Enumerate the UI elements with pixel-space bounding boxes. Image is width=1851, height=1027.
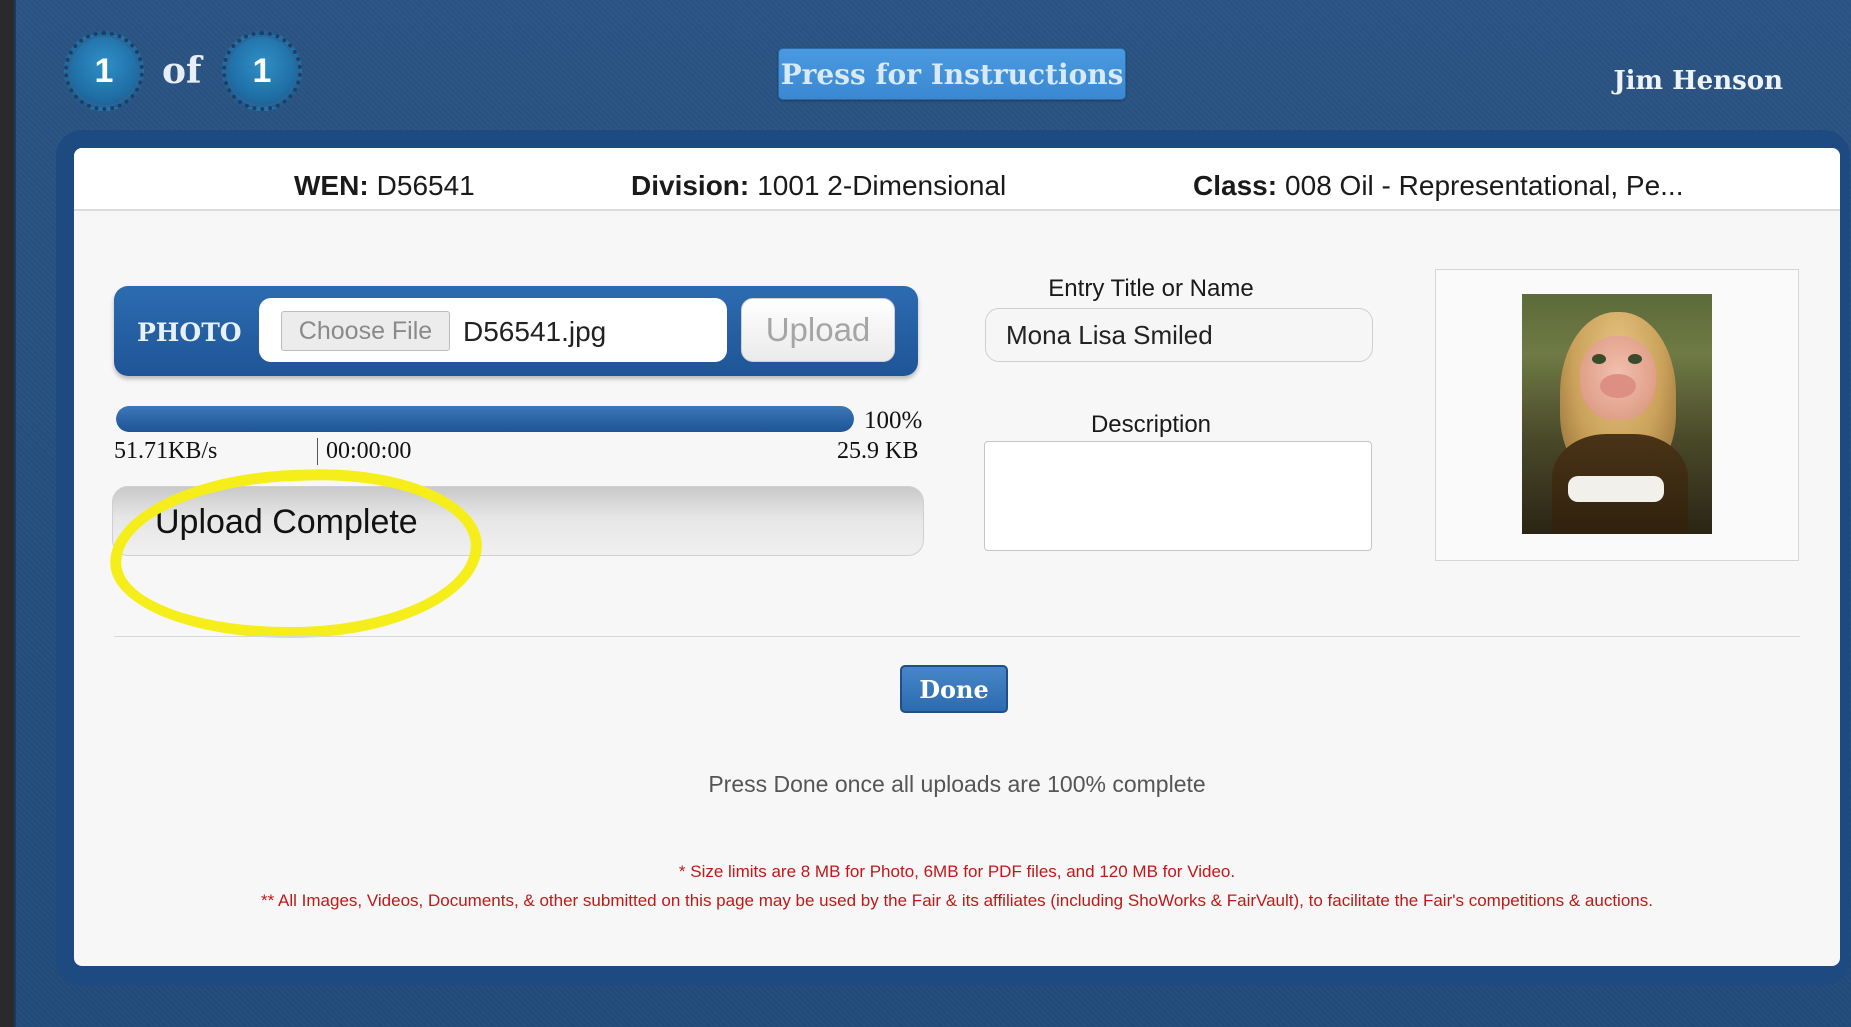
size-limits-note: * Size limits are 8 MB for Photo, 6MB fo… bbox=[678, 862, 1236, 881]
upload-progress-bar bbox=[116, 406, 854, 432]
upload-elapsed-time: 00:00:00 bbox=[317, 438, 411, 465]
entry-title-input[interactable] bbox=[985, 308, 1373, 362]
photo-upload-bar: PHOTO Choose File D56541.jpg Upload bbox=[114, 286, 918, 376]
photo-preview bbox=[1435, 269, 1799, 561]
current-page-badge: 1 bbox=[64, 31, 144, 111]
choose-file-button[interactable]: Choose File bbox=[281, 311, 450, 351]
upload-button[interactable]: Upload bbox=[741, 298, 895, 362]
upload-progress-fill bbox=[116, 406, 854, 432]
entry-info-row: WEN: D56541 Division: 1001 2-Dimensional C… bbox=[74, 148, 1840, 211]
user-name: Jim Henson bbox=[1613, 66, 1783, 96]
wen-label: WEN: bbox=[294, 170, 369, 201]
done-button[interactable]: Done bbox=[900, 665, 1008, 713]
class-label: Class: bbox=[1193, 170, 1278, 201]
entry-panel: WEN: D56541 Division: 1001 2-Dimensional C… bbox=[74, 148, 1840, 966]
section-divider bbox=[114, 636, 1800, 637]
description-textarea[interactable] bbox=[984, 441, 1372, 551]
selected-file-name: D56541.jpg bbox=[463, 316, 607, 347]
entry-title-label: Entry Title or Name bbox=[1048, 275, 1254, 302]
photo-thumbnail bbox=[1522, 294, 1712, 534]
file-input[interactable]: Choose File D56541.jpg bbox=[259, 298, 727, 362]
wen-value: D56541 bbox=[376, 170, 475, 201]
instructions-button[interactable]: Press for Instructions bbox=[778, 48, 1126, 100]
photo-label: PHOTO bbox=[137, 318, 242, 347]
division-label: Division: bbox=[631, 170, 750, 201]
upload-speed: 51.71KB/s bbox=[114, 438, 218, 464]
page-background: 1 of 1 Press for Instructions Jim Henson… bbox=[14, 0, 1851, 1027]
progress-percent: 100% bbox=[864, 407, 923, 434]
division-value: 1001 2-Dimensional bbox=[757, 170, 1007, 201]
upload-size: 25.9 KB bbox=[837, 438, 919, 464]
division-info: Division: 1001 2-Dimensional bbox=[631, 170, 1006, 202]
description-label: Description bbox=[1090, 411, 1212, 438]
page-of-label: of bbox=[162, 50, 202, 92]
class-value: 008 Oil - Representational, Pe... bbox=[1285, 170, 1684, 201]
done-hint: Press Done once all uploads are 100% com… bbox=[708, 771, 1206, 797]
wen-info: WEN: D56541 bbox=[294, 170, 475, 202]
class-info: Class: 008 Oil - Representational, Pe... bbox=[1193, 170, 1684, 202]
usage-note: ** All Images, Videos, Documents, & othe… bbox=[261, 891, 1653, 910]
total-pages-badge: 1 bbox=[222, 31, 302, 111]
